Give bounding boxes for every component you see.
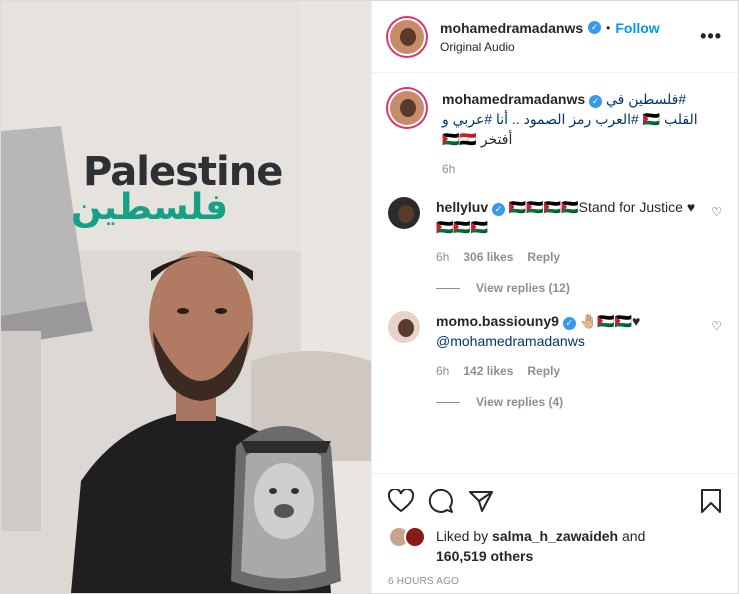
- share-icon[interactable]: [468, 489, 494, 516]
- verified-badge-icon: ✓: [562, 316, 576, 330]
- liker-avatar[interactable]: [404, 526, 426, 548]
- comment-time[interactable]: 6h: [436, 361, 449, 381]
- reply-button[interactable]: Reply: [527, 247, 560, 267]
- commenter-username[interactable]: hellyluv: [436, 199, 488, 215]
- commenter-avatar[interactable]: [388, 197, 420, 229]
- post-media[interactable]: Palestine فلسطين: [1, 1, 371, 593]
- view-replies-button[interactable]: View replies (4): [436, 395, 722, 409]
- view-replies-label: View replies (12): [476, 281, 570, 295]
- comment-likes[interactable]: 306 likes: [463, 247, 513, 267]
- replies-divider: [436, 401, 460, 403]
- action-bar: Liked by salma_h_zawaideh and 160,519 ot…: [372, 473, 738, 587]
- author-avatar[interactable]: [388, 17, 426, 56]
- comment-likes[interactable]: 142 likes: [463, 361, 513, 381]
- caption-time[interactable]: 6h: [442, 159, 455, 179]
- caption-line-3: 🇵🇸🇪🇬 أفتخر: [442, 131, 513, 147]
- liked-by-prefix: Liked by: [436, 528, 493, 544]
- commenter-avatar[interactable]: [388, 311, 420, 343]
- bookmark-icon[interactable]: [700, 488, 722, 517]
- comment-time[interactable]: 6h: [436, 247, 449, 267]
- comment-like-heart-icon[interactable]: ♡: [711, 205, 722, 219]
- replies-divider: [436, 287, 460, 289]
- liker-avatars: [388, 526, 430, 550]
- likes-summary: Liked by salma_h_zawaideh and 160,519 ot…: [388, 526, 722, 566]
- author-info: mohamedramadanws ✓ • Follow Original Aud…: [440, 20, 700, 54]
- caption-username[interactable]: mohamedramadanws: [442, 91, 585, 107]
- liked-by-and: and: [618, 528, 646, 544]
- comment-item: momo.bassiouny9 ✓ 🤚🏼🇵🇸🇵🇸♥ @mohamedramada…: [388, 311, 722, 381]
- verified-badge-icon: ✓: [588, 21, 602, 34]
- more-options-icon[interactable]: •••: [700, 26, 722, 47]
- original-audio-link[interactable]: Original Audio: [440, 40, 700, 54]
- separator-dot: •: [606, 20, 611, 35]
- verified-badge-icon: ✓: [589, 94, 603, 108]
- verified-badge-icon: ✓: [492, 202, 506, 216]
- comment-item: hellyluv ✓ 🇵🇸🇵🇸🇵🇸🇵🇸Stand for Justice ♥🇵🇸…: [388, 197, 722, 267]
- post-header: mohamedramadanws ✓ • Follow Original Aud…: [372, 1, 738, 73]
- view-replies-label: View replies (4): [476, 395, 564, 409]
- post-sidebar: mohamedramadanws ✓ • Follow Original Aud…: [371, 1, 738, 593]
- comment-mention[interactable]: @mohamedramadanws: [436, 331, 711, 351]
- comment-like-heart-icon[interactable]: ♡: [711, 319, 722, 333]
- follow-button[interactable]: Follow: [615, 20, 659, 36]
- palestine-arabic-sticker: فلسطين: [71, 187, 229, 228]
- caption-avatar[interactable]: [388, 89, 426, 127]
- reply-button[interactable]: Reply: [527, 361, 560, 381]
- commenter-username[interactable]: momo.bassiouny9: [436, 313, 559, 329]
- media-photo: [1, 1, 371, 593]
- caption-line-1[interactable]: فلسطين في#: [606, 91, 686, 107]
- caption-line-2: العرب رمز الصمود .. أنا #عربي و# 🇵🇸 القل…: [442, 111, 698, 127]
- author-username[interactable]: mohamedramadanws: [440, 20, 583, 36]
- view-replies-button[interactable]: View replies (12): [436, 281, 722, 295]
- caption: mohamedramadanws ✓ فلسطين في# العرب رمز …: [388, 89, 722, 179]
- post-window: Palestine فلسطين mohamedramadanws ✓ • Fo…: [0, 0, 739, 594]
- comments-list: mohamedramadanws ✓ فلسطين في# العرب رمز …: [372, 73, 738, 409]
- comment-text: 🤚🏼🇵🇸🇵🇸♥: [579, 313, 641, 329]
- liked-by-username[interactable]: salma_h_zawaideh: [492, 528, 618, 544]
- heart-icon[interactable]: [387, 487, 415, 516]
- comment-icon[interactable]: [428, 488, 454, 517]
- likes-count[interactable]: 160,519 others: [436, 548, 533, 564]
- post-timestamp[interactable]: 6 HOURS AGO: [388, 576, 722, 587]
